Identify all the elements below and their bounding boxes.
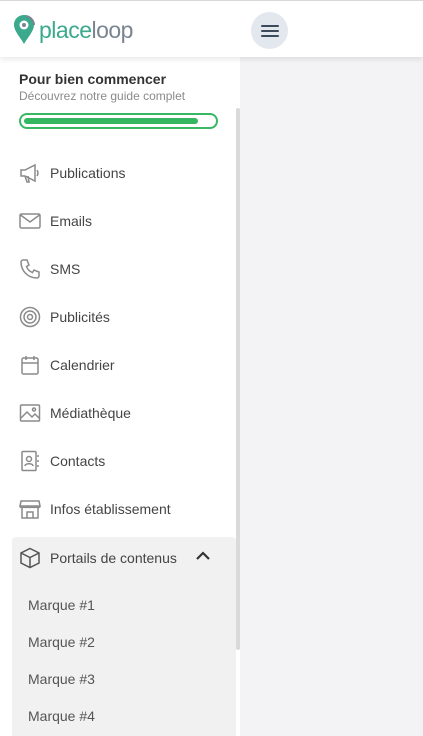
sidebar-submenu: Marque #1 Marque #2 Marque #3 Marque #4 (12, 579, 236, 734)
brand-name: placeloop (39, 16, 133, 43)
sidebar-item-label: Contacts (50, 453, 106, 469)
top-bar: placeloop (0, 0, 423, 57)
hamburger-icon (260, 24, 279, 37)
sidebar-item-label: Infos établissement (50, 501, 171, 517)
onboarding-progress-bar (19, 113, 218, 129)
box-icon (19, 547, 41, 569)
placeloop-logo[interactable]: placeloop (12, 13, 133, 47)
menu-toggle-button[interactable] (251, 12, 288, 49)
calendar-icon (19, 354, 41, 376)
sidebar-item-mediatheque[interactable]: Médiathèque (0, 389, 236, 437)
megaphone-icon (19, 162, 41, 184)
chevron-up-icon[interactable] (195, 550, 211, 562)
image-icon (19, 402, 41, 424)
sidebar-item-contacts[interactable]: Contacts (0, 437, 236, 485)
submenu-item-marque-2[interactable]: Marque #2 (12, 623, 236, 660)
target-icon (19, 306, 41, 328)
sidebar-item-label: SMS (50, 261, 81, 277)
onboarding-subtitle[interactable]: Découvrez notre guide complet (19, 89, 185, 103)
sidebar-group-toggle[interactable]: Portails de contenus (12, 537, 236, 579)
sidebar-item-sms[interactable]: SMS (0, 245, 236, 293)
submenu-item-marque-4[interactable]: Marque #4 (12, 697, 236, 734)
contact-book-icon (19, 450, 41, 472)
sidebar-scrollbar[interactable] (236, 108, 240, 650)
main-content-area (240, 57, 423, 736)
location-pin-icon (14, 15, 35, 44)
envelope-icon (19, 210, 41, 232)
submenu-item-marque-3[interactable]: Marque #3 (12, 660, 236, 697)
progress-fill (24, 118, 198, 124)
sidebar-item-label: Calendrier (50, 357, 115, 373)
phone-icon (19, 258, 41, 280)
sidebar-nav: Publications Emails SMS Publicités Calen… (0, 149, 236, 533)
sidebar-item-publicites[interactable]: Publicités (0, 293, 236, 341)
sidebar-item-publications[interactable]: Publications (0, 149, 236, 197)
storefront-icon (19, 498, 41, 520)
sidebar-item-label: Publications (50, 165, 126, 181)
sidebar-item-calendrier[interactable]: Calendrier (0, 341, 236, 389)
sidebar-item-label: Médiathèque (50, 405, 131, 421)
sidebar-group-portails: Portails de contenus Marque #1 Marque #2… (12, 537, 236, 736)
sidebar-group-label: Portails de contenus (50, 550, 177, 566)
sidebar: Pour bien commencer Découvrez notre guid… (0, 57, 240, 736)
sidebar-item-label: Publicités (50, 309, 110, 325)
sidebar-item-emails[interactable]: Emails (0, 197, 236, 245)
sidebar-item-label: Emails (50, 213, 93, 229)
onboarding-guide[interactable]: Pour bien commencer Découvrez notre guid… (19, 71, 185, 103)
sidebar-item-infos-etablissement[interactable]: Infos établissement (0, 485, 236, 533)
submenu-item-marque-1[interactable]: Marque #1 (12, 586, 236, 623)
onboarding-title: Pour bien commencer (19, 71, 167, 87)
